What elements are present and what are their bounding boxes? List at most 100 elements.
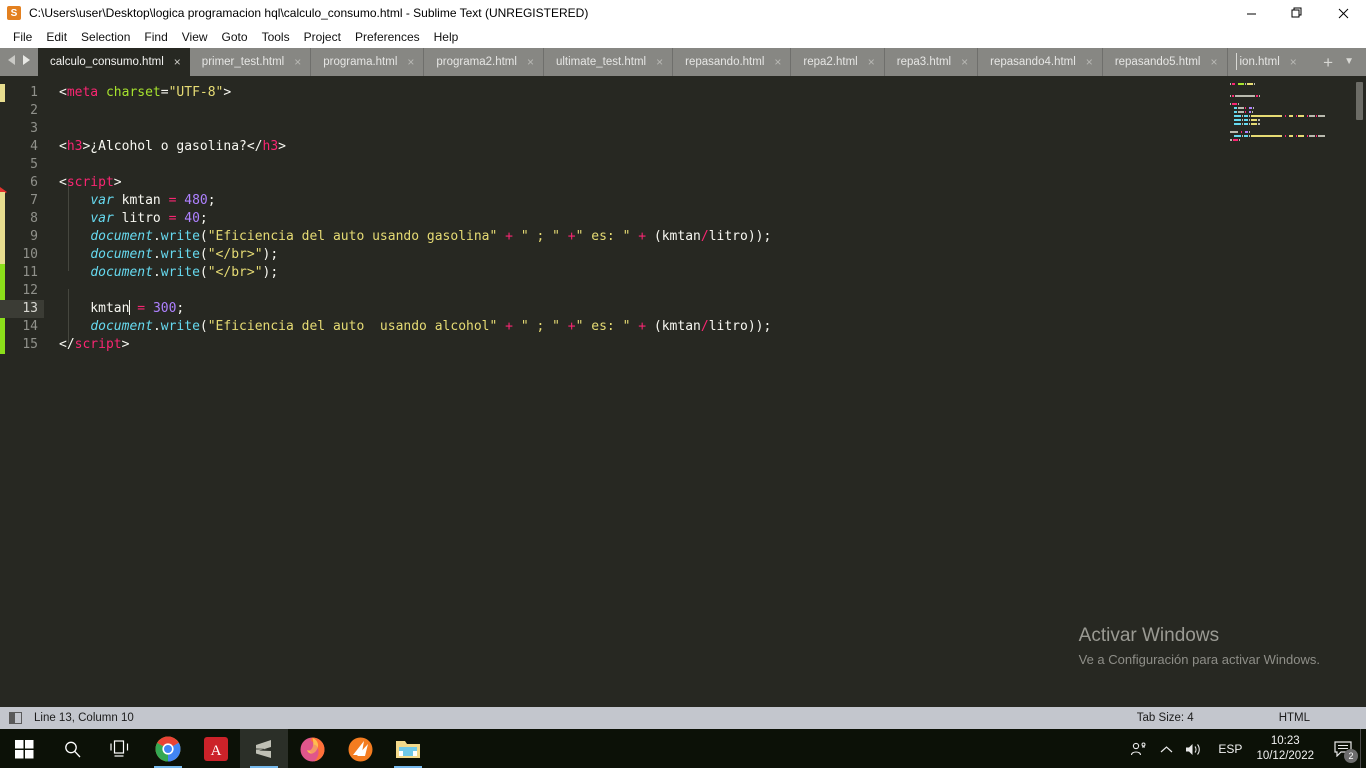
tab-close-icon[interactable]: × xyxy=(1086,56,1093,68)
tab-ion-html[interactable]: ion.html × xyxy=(1228,48,1306,76)
file-explorer-button[interactable] xyxy=(384,729,432,768)
menu-item-preferences[interactable]: Preferences xyxy=(348,28,427,46)
minimap-token xyxy=(1309,135,1315,137)
menu-bar: File Edit Selection Find View Goto Tools Projec… xyxy=(0,26,1366,48)
menu-item-file[interactable]: File xyxy=(6,28,39,46)
menu-item-view[interactable]: View xyxy=(175,28,215,46)
code-line[interactable]: 8 var litro = 40; xyxy=(0,210,771,228)
chevron-up-icon[interactable] xyxy=(1152,729,1180,768)
tab-label: repasando.html xyxy=(685,56,765,68)
tab-calculo_consumo-html[interactable]: calculo_consumo.html × xyxy=(38,48,190,76)
tab-label: ultimate_test.html xyxy=(555,56,647,68)
token: "</br>" xyxy=(207,247,263,262)
start-button[interactable] xyxy=(0,729,48,768)
chevron-left-icon[interactable] xyxy=(7,53,17,71)
tab-close-icon[interactable]: × xyxy=(1210,56,1217,68)
speaker-icon[interactable] xyxy=(1180,729,1208,768)
tab-close-icon[interactable]: × xyxy=(656,56,663,68)
minimap-token xyxy=(1254,83,1255,85)
search-button[interactable] xyxy=(48,729,96,768)
tab-repasando4-html[interactable]: repasando4.html × xyxy=(978,48,1103,76)
token: . xyxy=(152,229,161,244)
minimap-token xyxy=(1287,115,1288,117)
minimap-token xyxy=(1296,135,1297,137)
minimap[interactable] xyxy=(1220,76,1366,707)
tab-close-icon[interactable]: × xyxy=(1290,56,1297,68)
minimap-token xyxy=(1241,131,1242,133)
orange-burst-button[interactable] xyxy=(336,729,384,768)
show-desktop-button[interactable] xyxy=(1360,729,1366,768)
code-line[interactable]: 1 <meta charset="UTF-8"> xyxy=(0,84,771,102)
language-indicator[interactable]: ESP xyxy=(1208,742,1252,756)
code-line[interactable]: 11 document.write("</br>"); xyxy=(0,264,771,282)
sidebar-toggle-icon[interactable] xyxy=(9,712,22,724)
tab-programa2-html[interactable]: programa2.html × xyxy=(424,48,544,76)
code-line[interactable]: 15 </script> xyxy=(0,336,771,354)
code-line[interactable]: 14 document.write("Eficiencia del auto u… xyxy=(0,318,771,336)
task-view-button[interactable] xyxy=(96,729,144,768)
menu-item-goto[interactable]: Goto xyxy=(215,28,255,46)
tab-repa3-html[interactable]: repa3.html × xyxy=(885,48,979,76)
firefox-button[interactable] xyxy=(288,729,336,768)
tab-repasando-html[interactable]: repasando.html × xyxy=(673,48,792,76)
code-line[interactable]: 10 document.write("</br>"); xyxy=(0,246,771,264)
chevron-down-icon[interactable]: ▼ xyxy=(1344,57,1354,67)
people-icon[interactable] xyxy=(1124,729,1152,768)
token: " es: " xyxy=(575,319,631,334)
tab-close-icon[interactable]: × xyxy=(527,56,534,68)
new-tab-button[interactable]: + xyxy=(1323,54,1333,71)
editor-area[interactable]: 1 <meta charset="UTF-8"> 2 3 4 <h3>¿Alcohol o… xyxy=(0,76,1366,707)
code-line[interactable]: 12 xyxy=(0,282,771,300)
code-line[interactable]: 5 xyxy=(0,156,771,174)
tab-size-label[interactable]: Tab Size: 4 xyxy=(1137,712,1194,724)
syntax-label[interactable]: HTML xyxy=(1279,712,1310,724)
line-number: 8 xyxy=(30,211,38,226)
chrome-button[interactable] xyxy=(144,729,192,768)
code-line[interactable]: 13 kmtan = 300; xyxy=(0,300,771,318)
menu-item-edit[interactable]: Edit xyxy=(39,28,74,46)
menu-item-help[interactable]: Help xyxy=(427,28,466,46)
code-line[interactable]: 6 <script> xyxy=(0,174,771,192)
code-line[interactable]: 4 <h3>¿Alcohol o gasolina?</h3> xyxy=(0,138,771,156)
close-button[interactable] xyxy=(1320,0,1366,26)
notification-icon[interactable]: 2 xyxy=(1326,729,1360,768)
tab-close-icon[interactable]: × xyxy=(961,56,968,68)
tab-close-icon[interactable]: × xyxy=(774,56,781,68)
minimap-token xyxy=(1249,111,1251,113)
tab-primer_test-html[interactable]: primer_test.html × xyxy=(190,48,312,76)
tab-programa-html[interactable]: programa.html × xyxy=(311,48,425,76)
minimap-token xyxy=(1252,111,1253,113)
menu-item-project[interactable]: Project xyxy=(297,28,348,46)
tab-repa2-html[interactable]: repa2.html × xyxy=(791,48,885,76)
minimap-token xyxy=(1289,115,1293,117)
minimap-token xyxy=(1305,115,1306,117)
tab-close-icon[interactable]: × xyxy=(294,56,301,68)
clock[interactable]: 10:23 10/12/2022 xyxy=(1252,734,1326,764)
chevron-right-icon[interactable] xyxy=(21,53,31,71)
tab-close-icon[interactable]: × xyxy=(174,56,181,68)
tab-repasando5-html[interactable]: repasando5.html × xyxy=(1103,48,1228,76)
code-content[interactable]: 1 <meta charset="UTF-8"> 2 3 4 <h3>¿Alcohol o… xyxy=(0,84,771,354)
tab-close-icon[interactable]: × xyxy=(868,56,875,68)
token: . xyxy=(152,319,161,334)
sublime-text-button[interactable] xyxy=(240,729,288,768)
minimap-scrollbar[interactable] xyxy=(1356,82,1363,120)
code-line[interactable]: 2 xyxy=(0,102,771,120)
token: (kmtan xyxy=(646,229,701,244)
tab-ultimate_test-html[interactable]: ultimate_test.html × xyxy=(544,48,674,76)
menu-item-tools[interactable]: Tools xyxy=(255,28,297,46)
adobe-acrobat-button[interactable]: A xyxy=(192,729,240,768)
maximize-button[interactable] xyxy=(1274,0,1320,26)
code-line[interactable]: 9 document.write("Eficiencia del auto us… xyxy=(0,228,771,246)
menu-item-find[interactable]: Find xyxy=(137,28,174,46)
code-line[interactable]: 7 var kmtan = 480; xyxy=(0,192,771,210)
tab-close-icon[interactable]: × xyxy=(407,56,414,68)
token: ( xyxy=(199,319,208,334)
code-text: document.write("Eficiencia del auto usan… xyxy=(44,318,771,336)
code-line[interactable]: 3 xyxy=(0,120,771,138)
menu-item-selection[interactable]: Selection xyxy=(74,28,137,46)
minimize-button[interactable] xyxy=(1228,0,1274,26)
cursor-position-label[interactable]: Line 13, Column 10 xyxy=(34,712,134,724)
code-text: <h3>¿Alcohol o gasolina?</h3> xyxy=(44,138,286,156)
